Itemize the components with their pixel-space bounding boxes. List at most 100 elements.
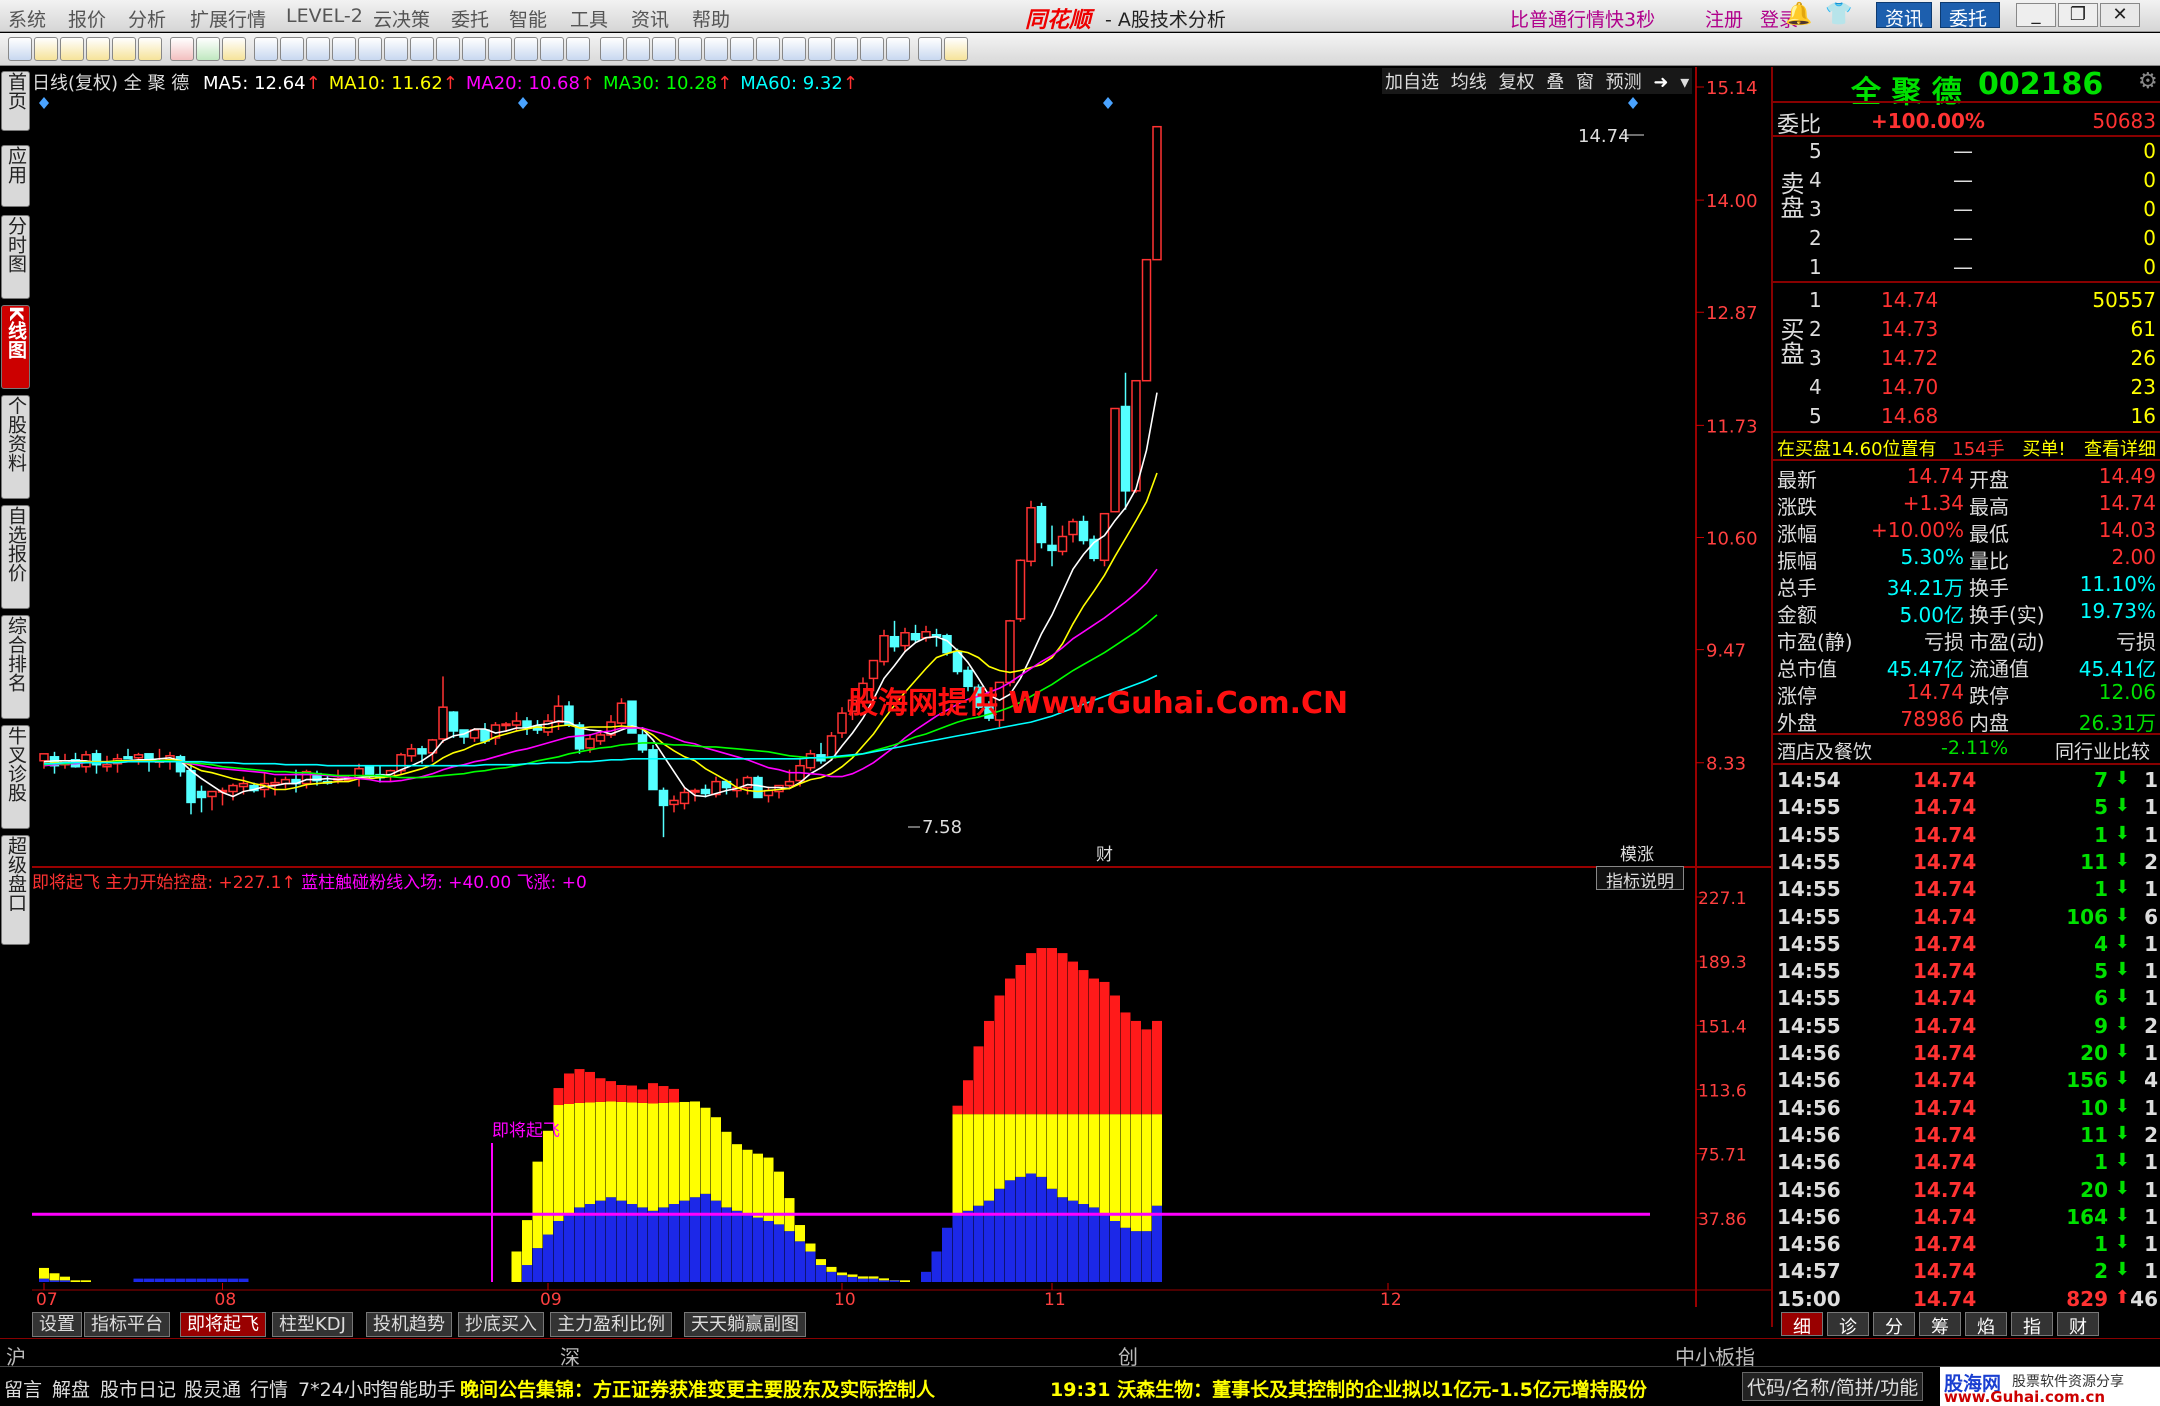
tick-price: 14.74: [1913, 959, 1976, 983]
arrow-down-icon: ⬇: [2115, 905, 2130, 926]
indicator-tab[interactable]: 抄底买入: [458, 1312, 544, 1337]
status-diary[interactable]: 股市日记: [100, 1375, 176, 1402]
price-tick-label: 10.60: [1706, 528, 1758, 549]
stat-value: 5.00亿: [1899, 599, 1964, 628]
indicator-tab[interactable]: 柱型KDJ: [272, 1312, 353, 1337]
tick-time: 14:55: [1777, 877, 1841, 901]
ma-legend-item: MA10: 11.62↑: [329, 73, 458, 94]
tick-price: 14.74: [1913, 823, 1976, 847]
candle-body: [187, 771, 195, 803]
arrow-down-icon: ⬇: [2115, 1232, 2130, 1253]
industry-compare-link[interactable]: 同行业比较: [2055, 737, 2150, 764]
status-quote[interactable]: 行情: [250, 1375, 288, 1402]
status-guling[interactable]: 股灵通: [184, 1375, 241, 1402]
indicator-yellow-bar: [753, 1154, 763, 1218]
candle-body: [618, 703, 626, 723]
stat-label: 最新: [1777, 464, 1817, 493]
stat-value: 14.74: [1907, 464, 1964, 488]
indicator-red-bar: [963, 1080, 973, 1114]
status-247[interactable]: 7*24小时: [298, 1375, 382, 1402]
indicator-explain-button[interactable]: 指标说明: [1596, 866, 1684, 890]
candle-body: [754, 778, 762, 798]
indicator-blue-bar: [50, 1280, 60, 1282]
indicator-blue-bar: [669, 1204, 679, 1282]
quote-tab[interactable]: 筹: [1919, 1312, 1961, 1336]
indicator-yellow-bar: [1068, 1114, 1078, 1200]
indicator-red-bar: [953, 1106, 963, 1114]
indicator-red-bar: [638, 1089, 648, 1103]
indicator-tick-label: 151.4: [1698, 1017, 1747, 1037]
bid-info: 在买盘14.60位置有: [1777, 439, 1937, 460]
ma-legend: MA5: 12.64↑MA10: 11.62↑MA20: 10.68↑MA30:…: [195, 73, 858, 94]
candle-body: [891, 637, 899, 647]
price-tick-label: 11.73: [1706, 416, 1758, 437]
quote-tab[interactable]: 分: [1873, 1312, 1915, 1336]
window-button[interactable]: 窗: [1573, 68, 1597, 94]
indicator-blue-bar: [806, 1251, 816, 1282]
detail-link[interactable]: 查看详细: [2084, 435, 2156, 461]
candle-body: [1038, 507, 1046, 543]
tick-time: 14:56: [1777, 1178, 1841, 1202]
indicator-tab[interactable]: 天天躺赢副图: [684, 1312, 806, 1337]
news-ticker-1[interactable]: 晚间公告集锦：方正证券获准变更主要股东及实际控制人: [460, 1375, 935, 1402]
arrow-down-icon: ⬇: [2115, 986, 2130, 1007]
industry-change: -2.11%: [1941, 737, 2008, 759]
indicator-tab[interactable]: 主力盈利比例: [550, 1312, 672, 1337]
tick-time: 14:56: [1777, 1232, 1841, 1256]
add-watchlist-button[interactable]: 加自选: [1382, 68, 1442, 94]
indicator-tab[interactable]: 即将起飞: [180, 1312, 266, 1337]
tick-volume: 4: [2094, 932, 2108, 956]
stat-value: +1.34: [1903, 491, 1964, 515]
tick-price: 14.74: [1913, 905, 1976, 929]
indicator-yellow-bar: [974, 1114, 984, 1206]
indicator-tab[interactable]: 指标平台: [84, 1312, 170, 1337]
indicator-yellow-bar: [585, 1102, 595, 1204]
bid-type: 买单!: [2022, 439, 2065, 460]
indicator-blue-bar: [186, 1279, 196, 1282]
expand-icon[interactable]: ➜: [1650, 72, 1671, 93]
overlay-button[interactable]: 叠: [1543, 68, 1567, 94]
indicator-red-bar: [575, 1069, 585, 1103]
status-analysis[interactable]: 解盘: [52, 1375, 90, 1402]
candle-body: [135, 755, 143, 758]
arrow-down-icon: ⬇: [2115, 1205, 2130, 1226]
stat-value: +10.00%: [1871, 518, 1964, 542]
tick-price: 14.74: [1913, 1041, 1976, 1065]
indicator-blue-bar: [144, 1279, 154, 1282]
adjust-button[interactable]: 复权: [1495, 68, 1537, 94]
indicator-yellow-bar: [522, 1220, 532, 1265]
candle-body: [40, 754, 48, 761]
market-bar: 沪 深 创 中小板指: [0, 1338, 2160, 1365]
indicator-red-bar: [1110, 995, 1120, 1114]
dropdown-icon[interactable]: ▾: [1677, 72, 1692, 93]
indicator-yellow-bar: [659, 1103, 669, 1207]
quote-tab[interactable]: 财: [2057, 1312, 2099, 1336]
settings-icon[interactable]: ⚙: [2138, 69, 2158, 94]
indicator-red-bar: [1142, 1029, 1152, 1114]
status-assistant[interactable]: 智能助手: [380, 1375, 456, 1402]
indicator-tab[interactable]: 设置: [32, 1312, 82, 1337]
search-input[interactable]: 代码/名称/简拼/功能: [1742, 1372, 1923, 1401]
quote-tab[interactable]: 指: [2011, 1312, 2053, 1336]
indicator-blue-bar: [1131, 1231, 1141, 1282]
indicator-yellow-bar: [627, 1102, 637, 1204]
indicator-red-bar: [617, 1085, 627, 1102]
book-volume: 16: [2131, 404, 2156, 428]
quote-tab[interactable]: 焰: [1965, 1312, 2007, 1336]
indicator-blue-bar: [606, 1197, 616, 1282]
quote-tab[interactable]: 诊: [1827, 1312, 1869, 1336]
indicator-blue-bar: [753, 1218, 763, 1282]
news-ticker-2[interactable]: 19:31 沃森生物：董事长及其控制的企业拟以1亿元-1.5亿元增持股份: [1050, 1375, 1647, 1402]
event-diamond-icon: [1103, 97, 1113, 109]
industry-name[interactable]: 酒店及餐饮: [1777, 737, 1872, 764]
tick-count: 4: [2144, 1068, 2158, 1092]
ma-button[interactable]: 均线: [1448, 68, 1490, 94]
arrow-down-icon: ⬇: [2115, 1123, 2130, 1144]
ma-legend-item: MA5: 12.64↑: [203, 73, 321, 94]
status-message[interactable]: 留言: [4, 1375, 42, 1402]
arrow-down-icon: ⬇: [2115, 1096, 2130, 1117]
forecast-button[interactable]: 预测: [1603, 68, 1645, 94]
indicator-tab[interactable]: 投机趋势: [366, 1312, 452, 1337]
quote-tab[interactable]: 细: [1781, 1312, 1823, 1336]
tick-volume: 1: [2094, 877, 2108, 901]
